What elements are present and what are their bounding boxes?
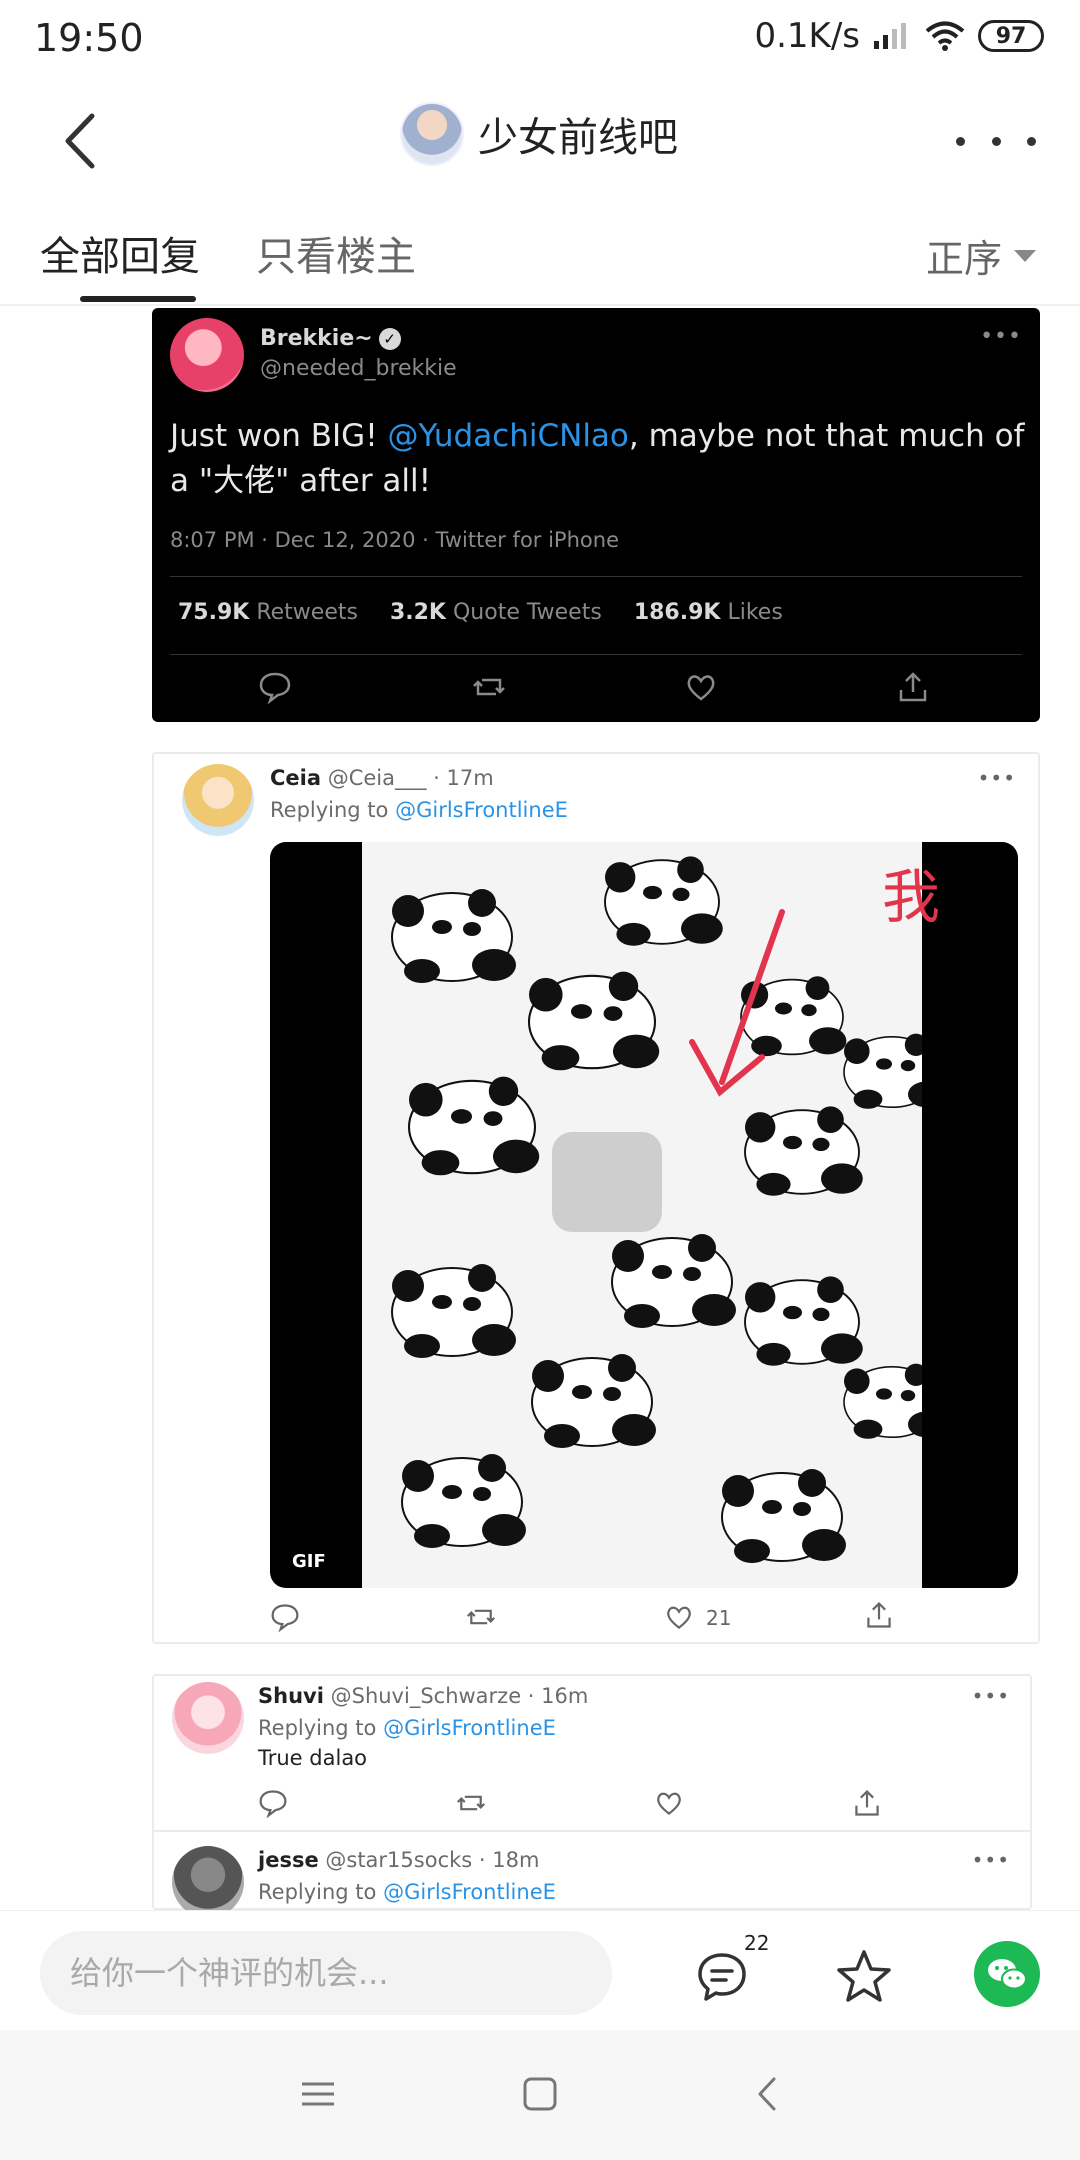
- panda-gif-image: 我: [362, 842, 945, 1588]
- divider: [154, 1830, 1030, 1832]
- system-nav-bar: [0, 2030, 1080, 2160]
- sort-dropdown[interactable]: 正序: [926, 228, 1036, 283]
- replying-to: Replying to @GirlsFrontlineE: [258, 1716, 556, 1740]
- comment-icon: [259, 1790, 287, 1818]
- divider: [170, 654, 1022, 655]
- tweet-author-name: Brekkie~ ✓: [260, 326, 401, 351]
- retweet-icon: [456, 1795, 486, 1811]
- heart-icon: [657, 1792, 681, 1815]
- share-icon: [867, 1601, 891, 1628]
- forum-avatar: [400, 102, 464, 166]
- wifi-icon: [925, 21, 965, 51]
- reply-tweet-image: Shuvi @Shuvi_Schwarze · 16m Replying to …: [152, 1674, 1032, 1918]
- mention-link: @YudachiCNlao: [387, 418, 629, 454]
- menu-icon[interactable]: [298, 2074, 338, 2114]
- more-options-icon[interactable]: [956, 116, 1036, 166]
- quotes-stat: 3.2K Quote Tweets: [389, 600, 602, 625]
- status-indicators: 0.1K/s 97: [754, 16, 1044, 56]
- gif-badge: GIF: [292, 1551, 326, 1572]
- battery-indicator: 97: [978, 20, 1044, 52]
- forum-title[interactable]: 少女前线吧: [400, 102, 678, 166]
- tab-only-op[interactable]: 只看楼主: [256, 224, 416, 282]
- heart-icon: [687, 675, 715, 701]
- gif-media: 我 GIF: [270, 842, 1018, 1588]
- star-icon[interactable]: [834, 1947, 894, 2007]
- back-icon[interactable]: [748, 2074, 788, 2114]
- tab-all-replies[interactable]: 全部回复: [40, 224, 200, 282]
- overlay-char: 我: [882, 863, 941, 931]
- reply-author: jesse @star15socks · 18m: [258, 1848, 540, 1872]
- reply-count-badge: 22: [744, 1931, 770, 1955]
- reply-author: Shuvi @Shuvi_Schwarze · 16m: [258, 1684, 589, 1708]
- tweet-actions: [152, 670, 1040, 710]
- forum-title-text: 少女前线吧: [478, 115, 678, 161]
- status-bar: 19:50 0.1K/s 97: [0, 0, 1080, 78]
- panda-illustration: [391, 855, 945, 1564]
- tweet-stats: 75.9K Retweets 3.2K Quote Tweets 186.9K …: [178, 600, 783, 625]
- heart-icon: [667, 1606, 691, 1629]
- comment-icon: [259, 672, 291, 704]
- active-tab-indicator: [80, 296, 196, 302]
- tweet-timestamp: 8:07 PM · Dec 12, 2020 · Twitter for iPh…: [170, 528, 619, 552]
- cell-signal-icon: [874, 23, 906, 49]
- top-header: 少女前线吧: [0, 86, 1080, 196]
- avatar: [172, 1682, 244, 1754]
- tweet-author-handle: @needed_brekkie: [260, 356, 457, 381]
- main-tweet-image: Brekkie~ ✓ @needed_brekkie ••• Just won B…: [152, 308, 1040, 722]
- comment-input[interactable]: 给你一个神评的机会...: [40, 1931, 612, 2015]
- chevron-down-icon: [1014, 249, 1036, 262]
- verified-badge-icon: ✓: [378, 328, 401, 350]
- net-speed: 0.1K/s: [754, 16, 860, 56]
- divider: [170, 576, 1022, 577]
- more-options-icon: •••: [971, 1684, 1010, 1708]
- likes-stat: 186.9K Likes: [633, 600, 783, 625]
- reply-text: True dalao: [258, 1746, 368, 1770]
- like-count: 21: [706, 1606, 732, 1630]
- home-icon[interactable]: [520, 2074, 560, 2114]
- retweet-icon: [466, 1609, 496, 1625]
- sort-label: 正序: [925, 237, 1002, 281]
- reply-tabs: 全部回复 只看楼主 正序: [0, 210, 1080, 306]
- replying-to: Replying to @GirlsFrontlineE: [270, 798, 568, 822]
- wechat-icon: [988, 1959, 1027, 1990]
- avatar: [170, 318, 244, 392]
- avatar: [172, 1846, 244, 1918]
- share-icon: [855, 1789, 879, 1816]
- retweets-stat: 75.9K Retweets: [178, 600, 358, 625]
- reply-author: Ceia @Ceia___ · 17m: [270, 766, 494, 790]
- wechat-share-button[interactable]: [974, 1941, 1040, 2007]
- more-options-icon: •••: [977, 766, 1016, 790]
- reply-icon[interactable]: [694, 1949, 750, 2005]
- share-icon: [899, 672, 927, 702]
- back-arrow-icon[interactable]: [48, 106, 118, 176]
- bottom-comment-bar: 给你一个神评的机会... 22: [0, 1910, 1080, 2030]
- avatar: [182, 764, 254, 836]
- retweet-icon: [473, 678, 505, 696]
- replying-to: Replying to @GirlsFrontlineE: [258, 1880, 556, 1904]
- tweet-text: Just won BIG! @YudachiCNlao, maybe not t…: [170, 418, 1025, 499]
- more-options-icon: •••: [971, 1848, 1010, 1872]
- status-time: 19:50: [34, 16, 144, 60]
- comment-icon: [271, 1604, 299, 1632]
- more-options-icon: •••: [980, 324, 1022, 349]
